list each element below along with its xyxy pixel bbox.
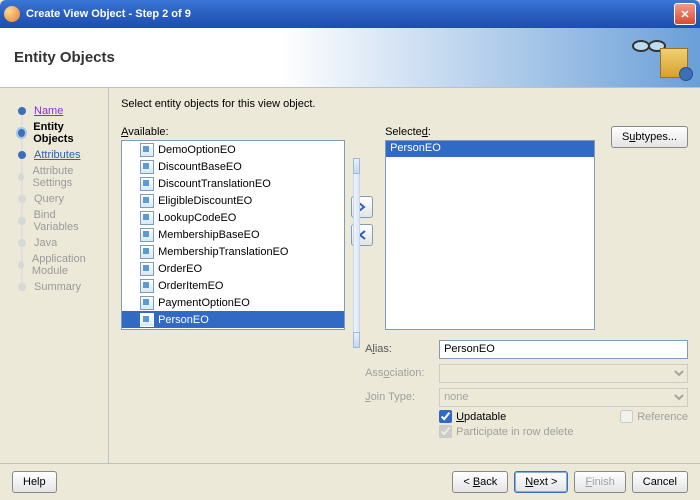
step-label: Application Module — [32, 253, 100, 277]
tree-item-label: MembershipTranslationEO — [158, 246, 288, 258]
available-scrollbar[interactable] — [353, 158, 360, 348]
step-label: Entity Objects — [33, 121, 100, 145]
join-type-select: none — [439, 388, 688, 407]
alias-label: Alias: — [365, 343, 439, 355]
tree-item-label: OrderEO — [158, 263, 202, 275]
updatable-label: Updatable — [456, 411, 506, 423]
tree-item[interactable]: MembershipBaseEO — [122, 226, 344, 243]
participate-checkbox — [439, 425, 452, 438]
entity-icon — [140, 177, 154, 191]
entity-icon — [140, 211, 154, 225]
wizard-steps: Name Entity Objects Attributes Attribute Se… — [0, 88, 108, 463]
tree-item[interactable]: DiscountBaseEO — [122, 158, 344, 175]
tree-item[interactable]: LookupCodeEO — [122, 209, 344, 226]
wizard-footer: Help < Back Next > Finish Cancel — [0, 463, 700, 499]
step-label: Attribute Settings — [32, 165, 100, 189]
updatable-checkbox[interactable] — [439, 410, 452, 423]
page-title: Entity Objects — [14, 49, 115, 66]
entity-icon — [140, 228, 154, 242]
tree-item-label: DiscountTranslationEO — [158, 178, 271, 190]
join-type-label: Join Type: — [365, 391, 439, 403]
tree-item-label: PaymentOptionEO — [158, 297, 250, 309]
alias-input[interactable] — [439, 340, 688, 359]
close-button[interactable]: ✕ — [674, 3, 696, 25]
tree-item[interactable]: PaymentOptionEO — [122, 294, 344, 311]
selected-item[interactable]: PersonEO — [386, 141, 594, 157]
window-title: Create View Object - Step 2 of 9 — [26, 8, 674, 20]
title-bar: Create View Object - Step 2 of 9 ✕ — [0, 0, 700, 28]
step-label: Query — [34, 193, 64, 205]
entity-icon — [140, 160, 154, 174]
step-link[interactable]: Attributes — [34, 149, 80, 161]
association-label: Association: — [365, 367, 439, 379]
finish-button: Finish — [574, 471, 625, 493]
tree-item[interactable]: OrderItemEO — [122, 277, 344, 294]
back-button[interactable]: < Back — [452, 471, 508, 493]
next-button[interactable]: Next > — [514, 471, 568, 493]
entity-icon — [140, 245, 154, 259]
tree-item-label: DiscountBaseEO — [158, 161, 242, 173]
tree-item[interactable]: PersonEO — [122, 311, 344, 328]
tree-item-label: OrderItemEO — [158, 280, 223, 292]
tree-item-label: EligibleDiscountEO — [158, 195, 252, 207]
tree-item[interactable]: EligibleDiscountEO — [122, 192, 344, 209]
app-icon — [4, 6, 20, 22]
main-panel: Select entity objects for this view obje… — [108, 88, 700, 463]
entity-icon — [140, 143, 154, 157]
reference-checkbox — [620, 410, 633, 423]
selected-list[interactable]: PersonEO — [385, 140, 595, 330]
tree-item-label: DemoOptionEO — [158, 144, 236, 156]
step-label: Java — [34, 237, 57, 249]
help-button[interactable]: Help — [12, 471, 57, 493]
entity-icon — [140, 313, 154, 327]
selected-label: Selected: — [385, 126, 595, 138]
step-label: Summary — [34, 281, 81, 293]
tree-item[interactable]: OrderEO — [122, 260, 344, 277]
association-select — [439, 364, 688, 383]
wizard-step[interactable]: Name — [8, 100, 100, 122]
entity-icon — [140, 279, 154, 293]
wizard-header: Entity Objects — [0, 28, 700, 88]
instruction-text: Select entity objects for this view obje… — [121, 98, 688, 110]
tree-item-label: MembershipBaseEO — [158, 229, 260, 241]
entity-icon — [140, 296, 154, 310]
tree-item-label: LookupCodeEO — [158, 212, 236, 224]
tree-item[interactable]: MembershipTranslationEO — [122, 243, 344, 260]
cancel-button[interactable]: Cancel — [632, 471, 688, 493]
available-list[interactable]: DemoOptionEO DiscountBaseEO DiscountTransl… — [121, 140, 345, 330]
reference-label: Reference — [637, 411, 688, 423]
tree-item[interactable]: DemoOptionEO — [122, 141, 344, 158]
step-link[interactable]: Name — [34, 105, 63, 117]
step-label: Bind Variables — [34, 209, 100, 233]
entity-icon — [140, 194, 154, 208]
tree-item-label: PersonEO — [158, 314, 209, 326]
tree-item[interactable]: DiscountTranslationEO — [122, 175, 344, 192]
participate-label: Participate in row delete — [456, 426, 573, 438]
entity-icon — [140, 262, 154, 276]
available-label: Available: — [121, 126, 345, 138]
header-illustration — [630, 36, 690, 80]
